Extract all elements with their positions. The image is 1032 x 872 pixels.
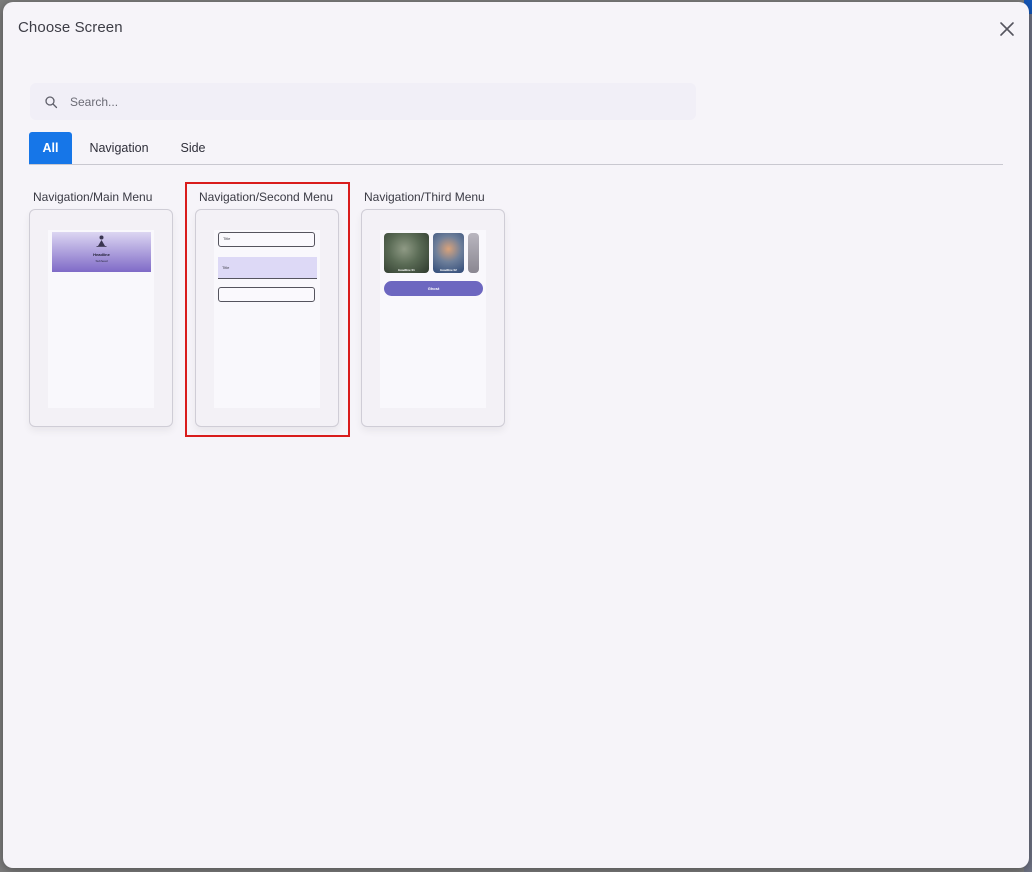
close-icon — [1000, 22, 1014, 36]
screen-preview: Headline 01 Headline 02 Ghost — [380, 230, 486, 408]
close-button[interactable] — [998, 20, 1016, 38]
screen-preview: Headline Subhead — [48, 230, 154, 408]
tab-side[interactable]: Side — [172, 132, 214, 164]
tab-bar: All Navigation Side — [29, 132, 1003, 165]
preview-card-caption: Headline 02 — [440, 268, 457, 272]
preview-headline: Headline — [93, 252, 110, 257]
preview-field-label: Title — [222, 265, 230, 270]
screen-label-main-menu: Navigation/Main Menu — [33, 190, 153, 204]
preview-card-caption: Headline 01 — [398, 268, 415, 272]
preview-photo-card: Headline 02 — [433, 233, 464, 273]
screen-preview: Title Title — [214, 230, 320, 408]
dialog-title: Choose Screen — [18, 19, 123, 36]
preview-field-label: Title — [223, 236, 231, 241]
figure-icon — [96, 235, 107, 247]
preview-hero: Headline Subhead — [52, 232, 151, 272]
search-icon — [45, 96, 58, 109]
preview-filled-field: Title — [218, 257, 317, 279]
search-box — [30, 83, 696, 120]
search-input[interactable] — [68, 91, 672, 113]
tab-all[interactable]: All — [29, 132, 72, 164]
screen-label-third-menu: Navigation/Third Menu — [364, 190, 485, 204]
tab-navigation[interactable]: Navigation — [79, 132, 159, 164]
preview-subhead: Subhead — [95, 259, 108, 263]
screen-label-second-menu: Navigation/Second Menu — [199, 190, 334, 204]
preview-text-field — [218, 287, 315, 302]
preview-photo-card: Headline 01 — [384, 233, 429, 273]
preview-button: Ghost — [384, 281, 483, 296]
screen-card-second-menu[interactable]: Title Title — [195, 209, 339, 427]
screen-card-main-menu[interactable]: Headline Subhead — [29, 209, 173, 427]
choose-screen-dialog: Choose Screen All Navigation Side Naviga… — [3, 2, 1029, 868]
preview-photo-card — [468, 233, 479, 273]
preview-text-field: Title — [218, 232, 315, 247]
screen-card-third-menu[interactable]: Headline 01 Headline 02 Ghost — [361, 209, 505, 427]
